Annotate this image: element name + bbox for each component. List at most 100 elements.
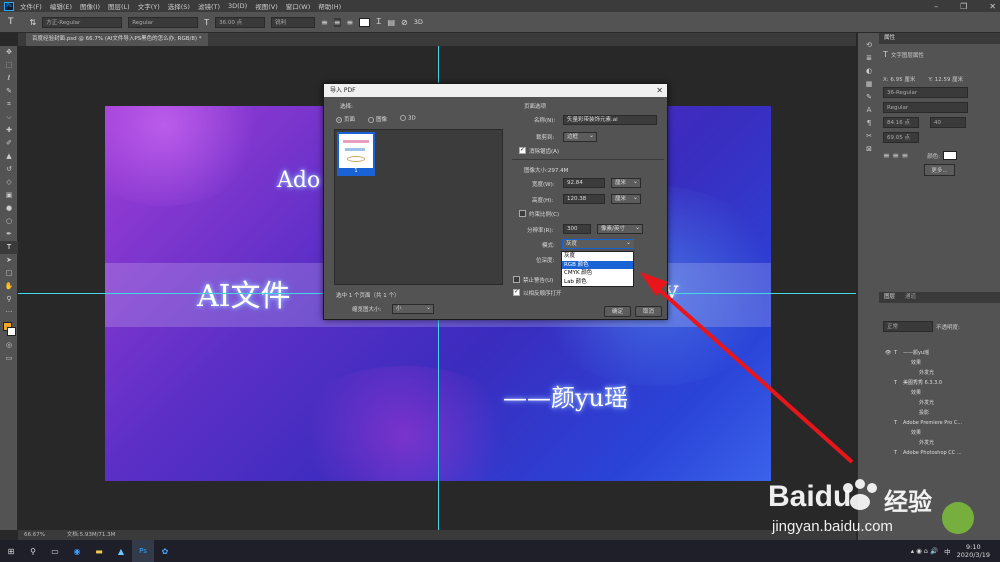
character-panel-icon[interactable]: ▤: [387, 18, 395, 27]
warp-text-icon[interactable]: Ꮖ: [376, 17, 381, 27]
close-icon[interactable]: ✕: [989, 2, 996, 11]
mode-option-rgb[interactable]: RGB 颜色: [562, 260, 633, 269]
task-view-icon[interactable]: ▭: [44, 540, 66, 562]
color-panel-icon[interactable]: ◐: [858, 65, 880, 78]
menu-3d[interactable]: 3D(D): [228, 2, 247, 10]
dialog-close-icon[interactable]: ✕: [656, 84, 663, 97]
document-tab[interactable]: 百度经验封面.psd @ 66.7% (AI文件导入PS黑色的怎么办, RGB/…: [26, 33, 208, 46]
crop-select[interactable]: 边框: [563, 131, 597, 142]
menu-view[interactable]: 视图(V): [255, 1, 278, 11]
zoom-tool-icon[interactable]: ⚲: [0, 293, 18, 306]
more-button[interactable]: 更多...: [924, 164, 955, 176]
screen-mode-icon[interactable]: ▭: [0, 352, 18, 365]
align-center-icon[interactable]: ≡: [333, 17, 341, 27]
font-size-field[interactable]: 36.00 点: [215, 16, 266, 28]
constrain-checkbox[interactable]: [519, 210, 526, 217]
swatches-panel-icon[interactable]: ▦: [858, 78, 880, 91]
menu-filter[interactable]: 滤镜(T): [198, 1, 220, 11]
orientation-icon[interactable]: ⇅: [30, 18, 37, 27]
props-leading-field[interactable]: 69.05 点: [883, 132, 919, 143]
visibility-icon[interactable]: 👁: [885, 348, 891, 358]
radio-page[interactable]: 页面: [336, 115, 355, 123]
props-color-swatch[interactable]: [943, 151, 958, 160]
radio-image[interactable]: 图像: [368, 115, 387, 123]
hand-tool-icon[interactable]: ✋: [0, 280, 18, 293]
color-swatches[interactable]: [0, 319, 17, 339]
align-left-icon[interactable]: ≡: [321, 18, 328, 27]
brush-tool-icon[interactable]: ✐: [0, 137, 18, 150]
marquee-tool-icon[interactable]: ⬚: [0, 59, 18, 72]
eyedropper-tool-icon[interactable]: ⌵: [0, 111, 18, 124]
type-tool-icon[interactable]: T: [8, 17, 14, 27]
paragraph-panel-icon[interactable]: ¶: [858, 117, 880, 130]
mode-select[interactable]: 灰度: [562, 238, 634, 249]
3d-icon[interactable]: 3D: [414, 18, 423, 26]
ok-button[interactable]: 确定: [604, 306, 631, 317]
clock[interactable]: 9:10 2020/3/19: [957, 543, 990, 559]
minimize-icon[interactable]: –: [934, 2, 938, 11]
props-font-select[interactable]: 36-Regular: [883, 87, 968, 98]
suppress-checkbox[interactable]: [513, 276, 520, 283]
reverse-order-checkbox[interactable]: [513, 288, 520, 296]
history-brush-icon[interactable]: ↺: [0, 163, 18, 176]
pen-tool-icon[interactable]: ✒: [0, 228, 18, 241]
app-icon-2[interactable]: ✿: [154, 540, 176, 562]
channels-tab[interactable]: 通道: [905, 292, 916, 303]
menu-image[interactable]: 图像(I): [80, 1, 100, 11]
font-style-select[interactable]: Regular: [128, 16, 199, 28]
antialias-select[interactable]: 锐利: [271, 16, 316, 28]
properties-tab[interactable]: 属性: [879, 33, 1000, 44]
y-position[interactable]: Y: 12.59 厘米: [928, 75, 963, 83]
healing-tool-icon[interactable]: ✚: [0, 124, 18, 137]
menu-file[interactable]: 文件(F): [20, 1, 42, 11]
eraser-tool-icon[interactable]: ◇: [0, 176, 18, 189]
properties-panel-icon[interactable]: ≣: [858, 52, 880, 65]
thumb-size-select[interactable]: 小: [392, 303, 434, 314]
blur-tool-icon[interactable]: ●: [0, 202, 18, 215]
photoshop-taskbar-icon[interactable]: Ps: [132, 540, 154, 562]
layer-row[interactable]: 👁 T ——颜yu瑶: [879, 348, 1000, 358]
layer-row[interactable]: T 美图秀秀 6.3.3.0: [879, 378, 1000, 388]
character-panel-strip-icon[interactable]: A: [858, 104, 880, 117]
type-tool-active-icon[interactable]: T: [0, 241, 18, 254]
edge-browser-icon[interactable]: ◉: [66, 540, 88, 562]
radio-3d[interactable]: 3D: [400, 115, 416, 122]
more-tools-icon[interactable]: ···: [0, 306, 18, 319]
cancel-button[interactable]: 取消: [635, 306, 662, 317]
width-input[interactable]: 92.84: [563, 178, 605, 188]
props-size-field[interactable]: 84.16 点: [883, 117, 919, 128]
align-right-icon[interactable]: ≡: [347, 18, 354, 27]
maximize-icon[interactable]: ❐: [960, 2, 967, 11]
menu-window[interactable]: 窗口(W): [286, 1, 311, 11]
mode-option-grayscale[interactable]: 灰度: [562, 252, 633, 261]
layer-row[interactable]: T Adobe Premiere Pro C...: [879, 418, 1000, 428]
mode-option-cmyk[interactable]: CMYK 颜色: [562, 269, 633, 278]
gradient-tool-icon[interactable]: ▣: [0, 189, 18, 202]
height-unit-select[interactable]: 厘米: [611, 193, 641, 204]
stamp-tool-icon[interactable]: ▲: [0, 150, 18, 163]
layers-tab[interactable]: 图层: [884, 292, 895, 303]
props-style-select[interactable]: Regular: [883, 102, 968, 113]
brush-panel-icon[interactable]: ✎: [858, 91, 880, 104]
quick-select-tool-icon[interactable]: ✎: [0, 85, 18, 98]
history-panel-icon[interactable]: ⟲: [858, 39, 880, 52]
menu-layer[interactable]: 图层(L): [108, 1, 130, 11]
cancel-icon[interactable]: ⊘: [401, 18, 408, 27]
text-color-swatch[interactable]: [359, 17, 371, 27]
glyphs-panel-icon[interactable]: ✂: [858, 130, 880, 143]
file-explorer-icon[interactable]: ▬: [88, 540, 110, 562]
app-icon[interactable]: ▲: [110, 540, 132, 562]
search-icon[interactable]: ⚲: [22, 540, 44, 562]
crop-tool-icon[interactable]: ⌗: [0, 98, 18, 111]
font-family-select[interactable]: 方正-Regular: [42, 16, 123, 28]
menu-type[interactable]: 文字(Y): [138, 1, 160, 11]
path-select-icon[interactable]: ➤: [0, 254, 18, 267]
name-input[interactable]: 矢量彩带装饰元素.ai: [563, 115, 657, 125]
menu-select[interactable]: 选择(S): [168, 1, 190, 11]
antialias-checkbox[interactable]: [519, 146, 526, 154]
mode-option-lab[interactable]: Lab 颜色: [562, 278, 633, 287]
dodge-tool-icon[interactable]: ○: [0, 215, 18, 228]
input-language[interactable]: 中: [944, 546, 951, 556]
page-thumbnail[interactable]: 1: [337, 132, 375, 176]
windows-start-icon[interactable]: ⊞: [0, 540, 22, 562]
